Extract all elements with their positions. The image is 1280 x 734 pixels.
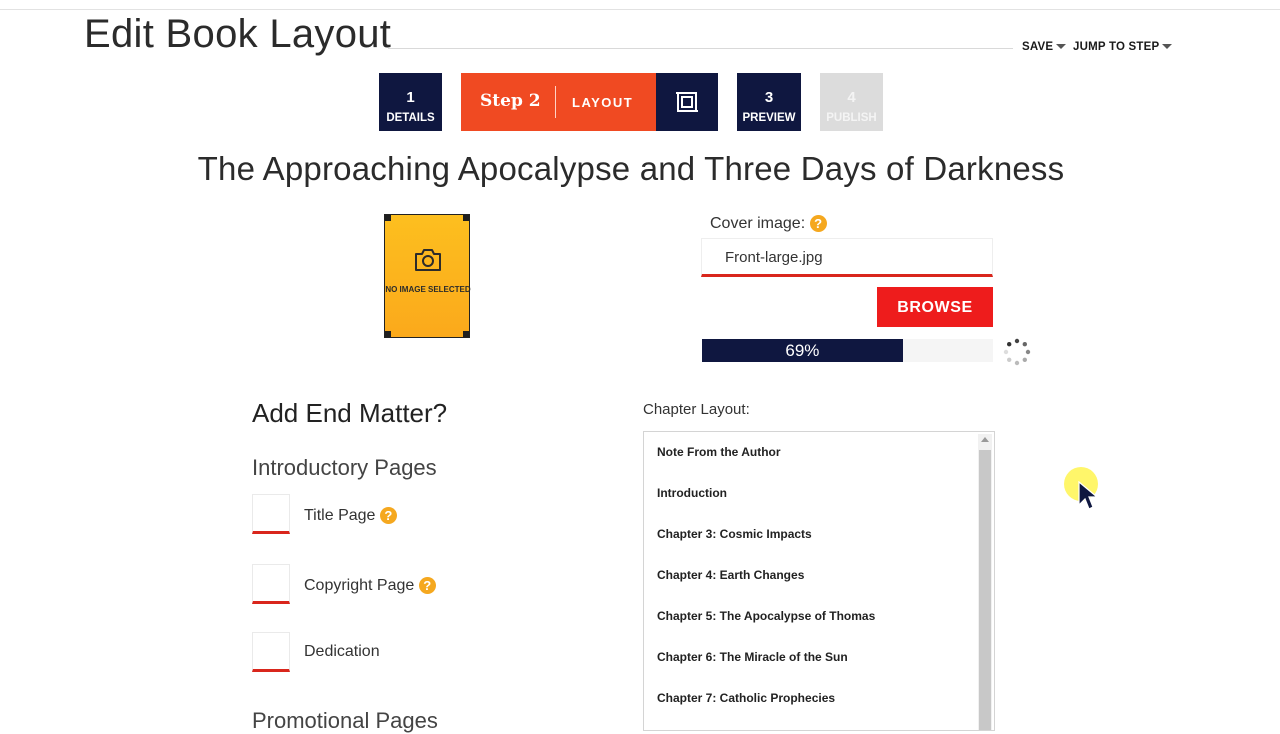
copyright-page-checkbox[interactable] [252, 564, 290, 604]
progress-text: 69% [785, 341, 820, 360]
chapter-item[interactable]: Chapter 4: Earth Changes [657, 568, 804, 582]
chapter-list[interactable]: Note From the Author Introduction Chapte… [643, 431, 995, 731]
step-number: 4 [847, 89, 856, 106]
browse-button[interactable]: BROWSE [877, 287, 993, 327]
step-divider [555, 86, 556, 118]
title-divider [388, 48, 1013, 49]
promotional-pages-heading: Promotional Pages [252, 708, 438, 733]
help-icon[interactable]: ? [379, 507, 397, 524]
chapter-item[interactable]: Chapter 7: Catholic Prophecies [657, 691, 835, 705]
option-label: Title Page [304, 507, 376, 524]
page-title: Edit Book Layout [84, 12, 392, 56]
jump-to-step-menu[interactable]: JUMP TO STEP [1073, 41, 1173, 53]
cover-corner [385, 215, 391, 221]
save-menu[interactable]: SAVE [1022, 41, 1067, 53]
scrollbar-thumb[interactable] [979, 450, 991, 730]
cover-corner [385, 331, 391, 337]
cover-file-input[interactable]: Front-large.jpg [701, 238, 993, 277]
dedication-option: Dedication [304, 643, 380, 661]
help-icon[interactable]: ? [418, 577, 436, 594]
chapter-item[interactable]: Introduction [657, 486, 727, 500]
step-publish: 4 PUBLISH [820, 73, 883, 131]
chapter-item[interactable]: Chapter 3: Cosmic Impacts [657, 527, 812, 541]
cover-corner [463, 331, 469, 337]
caret-down-icon [1162, 44, 1173, 50]
caret-down-icon [1056, 44, 1067, 50]
scroll-up-arrow-icon[interactable] [981, 437, 989, 442]
chapter-item[interactable]: Chapter 6: The Miracle of the Sun [657, 650, 848, 664]
dedication-checkbox[interactable] [252, 632, 290, 672]
camera-icon [415, 249, 441, 271]
end-matter-heading: Add End Matter? [252, 398, 448, 428]
step-details[interactable]: 1 DETAILS [379, 73, 442, 131]
cover-corner [463, 215, 469, 221]
cover-image-label: Cover image: ? [710, 215, 827, 233]
chapter-item[interactable]: Chapter 5: The Apocalypse of Thomas [657, 609, 875, 623]
chapter-item[interactable]: Note From the Author [657, 445, 781, 459]
book-title: The Approaching Apocalypse and Three Day… [197, 150, 1065, 187]
step-word: Step 2 [480, 91, 541, 111]
no-image-text: NO IMAGE SELECTED [385, 285, 471, 294]
cover-placeholder[interactable]: NO IMAGE SELECTED [384, 214, 471, 338]
loading-spinner-icon [1003, 338, 1031, 366]
title-page-checkbox[interactable] [252, 494, 290, 534]
top-border [0, 9, 1280, 10]
layout-frame-button[interactable] [656, 73, 718, 131]
cover-image-label-text: Cover image: [710, 215, 806, 232]
chapter-layout-label: Chapter Layout: [643, 401, 750, 418]
step-label: PUBLISH [826, 112, 877, 124]
step-preview[interactable]: 3 PREVIEW [737, 73, 801, 131]
copyright-page-option: Copyright Page ? [304, 577, 436, 595]
mouse-pointer-icon [1078, 481, 1098, 510]
option-label: Copyright Page [304, 577, 415, 594]
step-label: DETAILS [386, 112, 435, 124]
help-icon[interactable]: ? [809, 215, 827, 232]
step-label: PREVIEW [742, 112, 796, 124]
step-layout-active[interactable]: Step 2 LAYOUT [461, 73, 656, 131]
save-label: SAVE [1022, 41, 1054, 53]
step-label: LAYOUT [572, 95, 634, 110]
step-number: 3 [764, 89, 774, 106]
option-label: Dedication [304, 643, 380, 660]
frame-icon [676, 92, 698, 112]
upload-progress-bar: 69% [702, 339, 993, 362]
step-number: 1 [406, 89, 415, 106]
title-page-option: Title Page ? [304, 507, 397, 525]
jump-to-step-label: JUMP TO STEP [1073, 41, 1160, 53]
introductory-pages-heading: Introductory Pages [252, 455, 437, 480]
